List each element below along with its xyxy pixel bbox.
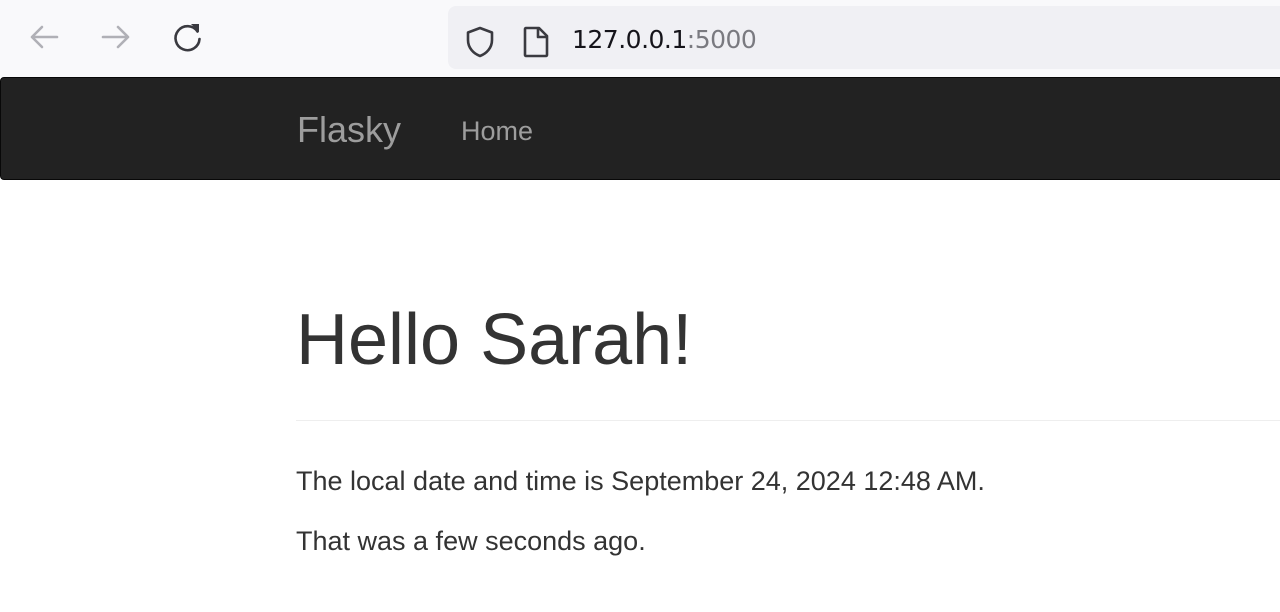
- datetime-text: The local date and time is September 24,…: [296, 466, 985, 496]
- url-host: 127.0.0.1: [572, 25, 687, 54]
- browser-toolbar: 127.0.0.1:5000: [0, 0, 1280, 77]
- navbar-brand[interactable]: Flasky: [297, 110, 401, 150]
- url-text[interactable]: 127.0.0.1:5000: [572, 25, 757, 54]
- shield-icon[interactable]: [464, 26, 496, 58]
- relative-time-text: That was a few seconds ago.: [296, 526, 646, 556]
- reload-icon: [174, 24, 201, 52]
- back-arrow-icon: [30, 25, 59, 49]
- page-icon[interactable]: [520, 26, 552, 58]
- forward-button[interactable]: [96, 17, 136, 57]
- url-port: :5000: [686, 25, 757, 54]
- nav-link-home[interactable]: Home: [461, 116, 533, 146]
- page-title: Hello Sarah!: [296, 300, 693, 380]
- site-navbar: Flasky Home: [0, 77, 1280, 180]
- forward-arrow-icon: [101, 25, 130, 49]
- back-button[interactable]: [24, 17, 64, 57]
- url-bar[interactable]: 127.0.0.1:5000: [448, 6, 1280, 69]
- reload-button[interactable]: [168, 17, 208, 57]
- page-header: Hello Sarah!: [296, 298, 1280, 421]
